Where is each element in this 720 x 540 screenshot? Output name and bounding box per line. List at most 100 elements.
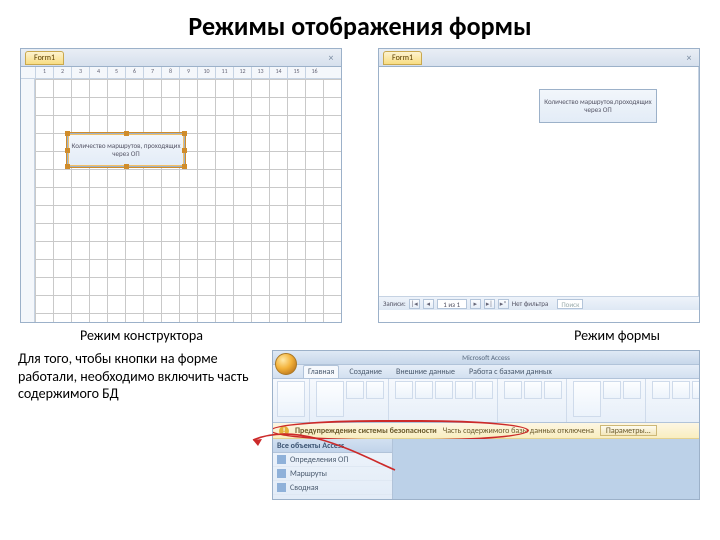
navpane-item[interactable]: Маршруты (273, 467, 392, 481)
ribbon-tabs: Главная Создание Внешние данные Работа с… (273, 365, 699, 379)
grid-surface[interactable]: Количество маршрутов, проходящих через О… (35, 79, 341, 322)
table-icon (277, 483, 286, 492)
filter-label: Нет фильтра (512, 299, 549, 308)
form-tab[interactable]: Form1 (383, 51, 422, 65)
resize-handle[interactable] (182, 164, 187, 169)
ruler-tick: 8 (161, 67, 179, 78)
form-view-window: Form1 × Количество маршрутов,проходящих … (378, 48, 700, 323)
navpane-item[interactable]: Определения ОП (273, 453, 392, 467)
form-tabbar: Form1 × (379, 49, 699, 67)
label-control-selected[interactable]: Количество маршрутов, проходящих через О… (67, 133, 185, 167)
resize-handle[interactable] (65, 148, 70, 153)
table-icon (277, 469, 286, 478)
ribbon-button[interactable] (524, 381, 542, 399)
nav-first-button[interactable]: |◂ (409, 299, 420, 309)
ruler-tick: 1 (35, 67, 53, 78)
ruler-tick: 6 (125, 67, 143, 78)
ribbon-button[interactable] (415, 381, 433, 399)
navpane-item-label: Сводная (290, 483, 318, 493)
ruler-tick: 11 (215, 67, 233, 78)
ribbon-button[interactable] (395, 381, 413, 399)
close-icon[interactable]: × (683, 52, 695, 64)
record-navigator: Записи: |◂ ◂ 1 из 1 ▸ ▸| ▸* Нет фильтра … (379, 296, 699, 310)
label-control-text: Количество маршрутов,проходящих через ОП (542, 98, 654, 113)
form-canvas[interactable]: Количество маршрутов,проходящих через ОП (379, 67, 699, 296)
security-warning-bar: ! Предупреждение системы безопасности Ча… (273, 423, 699, 439)
ribbon-button[interactable] (692, 381, 700, 399)
warning-icon: ! (279, 426, 289, 436)
resize-handle[interactable] (182, 131, 187, 136)
resize-handle[interactable] (65, 164, 70, 169)
ribbon-button[interactable] (435, 381, 453, 399)
nav-last-button[interactable]: ▸| (484, 299, 495, 309)
table-icon (277, 455, 286, 464)
ribbon-button[interactable] (346, 381, 364, 399)
ruler-tick: 7 (143, 67, 161, 78)
note-text: Для того, чтобы кнопки на форме работали… (18, 350, 254, 403)
ribbon-button[interactable] (455, 381, 473, 399)
ribbon-group (312, 379, 389, 422)
warning-text: Часть содержимого базы данных отключена (443, 426, 594, 436)
office-orb-icon[interactable] (275, 353, 297, 375)
record-position[interactable]: 1 из 1 (437, 299, 467, 309)
bottom-row: Для того, чтобы кнопки на форме работали… (0, 344, 720, 500)
ribbon-tab-dbtools[interactable]: Работа с базами данных (465, 366, 556, 378)
ribbon-button[interactable] (573, 381, 601, 417)
ruler-tick: 5 (107, 67, 125, 78)
screenshots-row: Form1 × 1 2 3 4 5 6 7 8 9 10 11 12 13 14… (0, 48, 720, 323)
warning-options-button[interactable]: Параметры... (600, 425, 657, 436)
ribbon-group (648, 379, 700, 422)
ribbon-group (500, 379, 567, 422)
ribbon-button[interactable] (277, 381, 305, 417)
ribbon-tab-external[interactable]: Внешние данные (392, 366, 459, 378)
slide-title: Режимы отображения формы (0, 0, 720, 48)
resize-handle[interactable] (124, 164, 129, 169)
ruler-horizontal: 1 2 3 4 5 6 7 8 9 10 11 12 13 14 15 16 (21, 67, 341, 79)
nav-new-button[interactable]: ▸* (498, 299, 509, 309)
design-canvas[interactable]: − Область данных Количество маршрутов, п… (35, 79, 341, 322)
design-caption: Режим конструктора (80, 327, 203, 344)
label-control: Количество маршрутов,проходящих через ОП (539, 89, 657, 123)
ribbon-tab-create[interactable]: Создание (345, 366, 386, 378)
ribbon-button[interactable] (603, 381, 621, 399)
ruler-tick: 2 (53, 67, 71, 78)
ruler-tick: 15 (287, 67, 305, 78)
ruler-tick: 3 (71, 67, 89, 78)
close-icon[interactable]: × (325, 52, 337, 64)
ribbon-group (391, 379, 498, 422)
ribbon-button[interactable] (544, 381, 562, 399)
ribbon-button[interactable] (652, 381, 670, 399)
ribbon-button[interactable] (316, 381, 344, 417)
resize-handle[interactable] (65, 131, 70, 136)
ruler-tick: 9 (179, 67, 197, 78)
design-tabbar: Form1 × (21, 49, 341, 67)
form-tab[interactable]: Form1 (25, 51, 64, 65)
form-caption: Режим формы (574, 327, 660, 344)
ribbon-button[interactable] (366, 381, 384, 399)
captions-row: Режим конструктора Режим формы (0, 323, 720, 344)
records-label: Записи: (383, 299, 406, 308)
ribbon-button[interactable] (475, 381, 493, 399)
ruler-tick: 14 (269, 67, 287, 78)
ribbon-group (273, 379, 310, 422)
nav-next-button[interactable]: ▸ (470, 299, 481, 309)
ruler-tick: 12 (233, 67, 251, 78)
navpane-header[interactable]: Все объекты Access (273, 439, 392, 453)
navpane-item-label: Маршруты (290, 469, 327, 479)
titlebar: Microsoft Access (273, 351, 699, 365)
ribbon-button[interactable] (623, 381, 641, 399)
nav-prev-button[interactable]: ◂ (423, 299, 434, 309)
ribbon-tab-home[interactable]: Главная (303, 365, 339, 378)
navpane-item[interactable]: Сводная (273, 481, 392, 495)
ruler-tick: 10 (197, 67, 215, 78)
ribbon-group (569, 379, 646, 422)
navigation-pane[interactable]: Все объекты Access Определения ОП Маршру… (273, 439, 393, 499)
ruler-tick: 4 (89, 67, 107, 78)
search-box[interactable]: Поиск (557, 299, 583, 309)
ruler-vertical (21, 79, 35, 322)
ribbon-button[interactable] (672, 381, 690, 399)
resize-handle[interactable] (124, 131, 129, 136)
warning-label: Предупреждение системы безопасности (295, 426, 437, 436)
ribbon-button[interactable] (504, 381, 522, 399)
resize-handle[interactable] (182, 148, 187, 153)
